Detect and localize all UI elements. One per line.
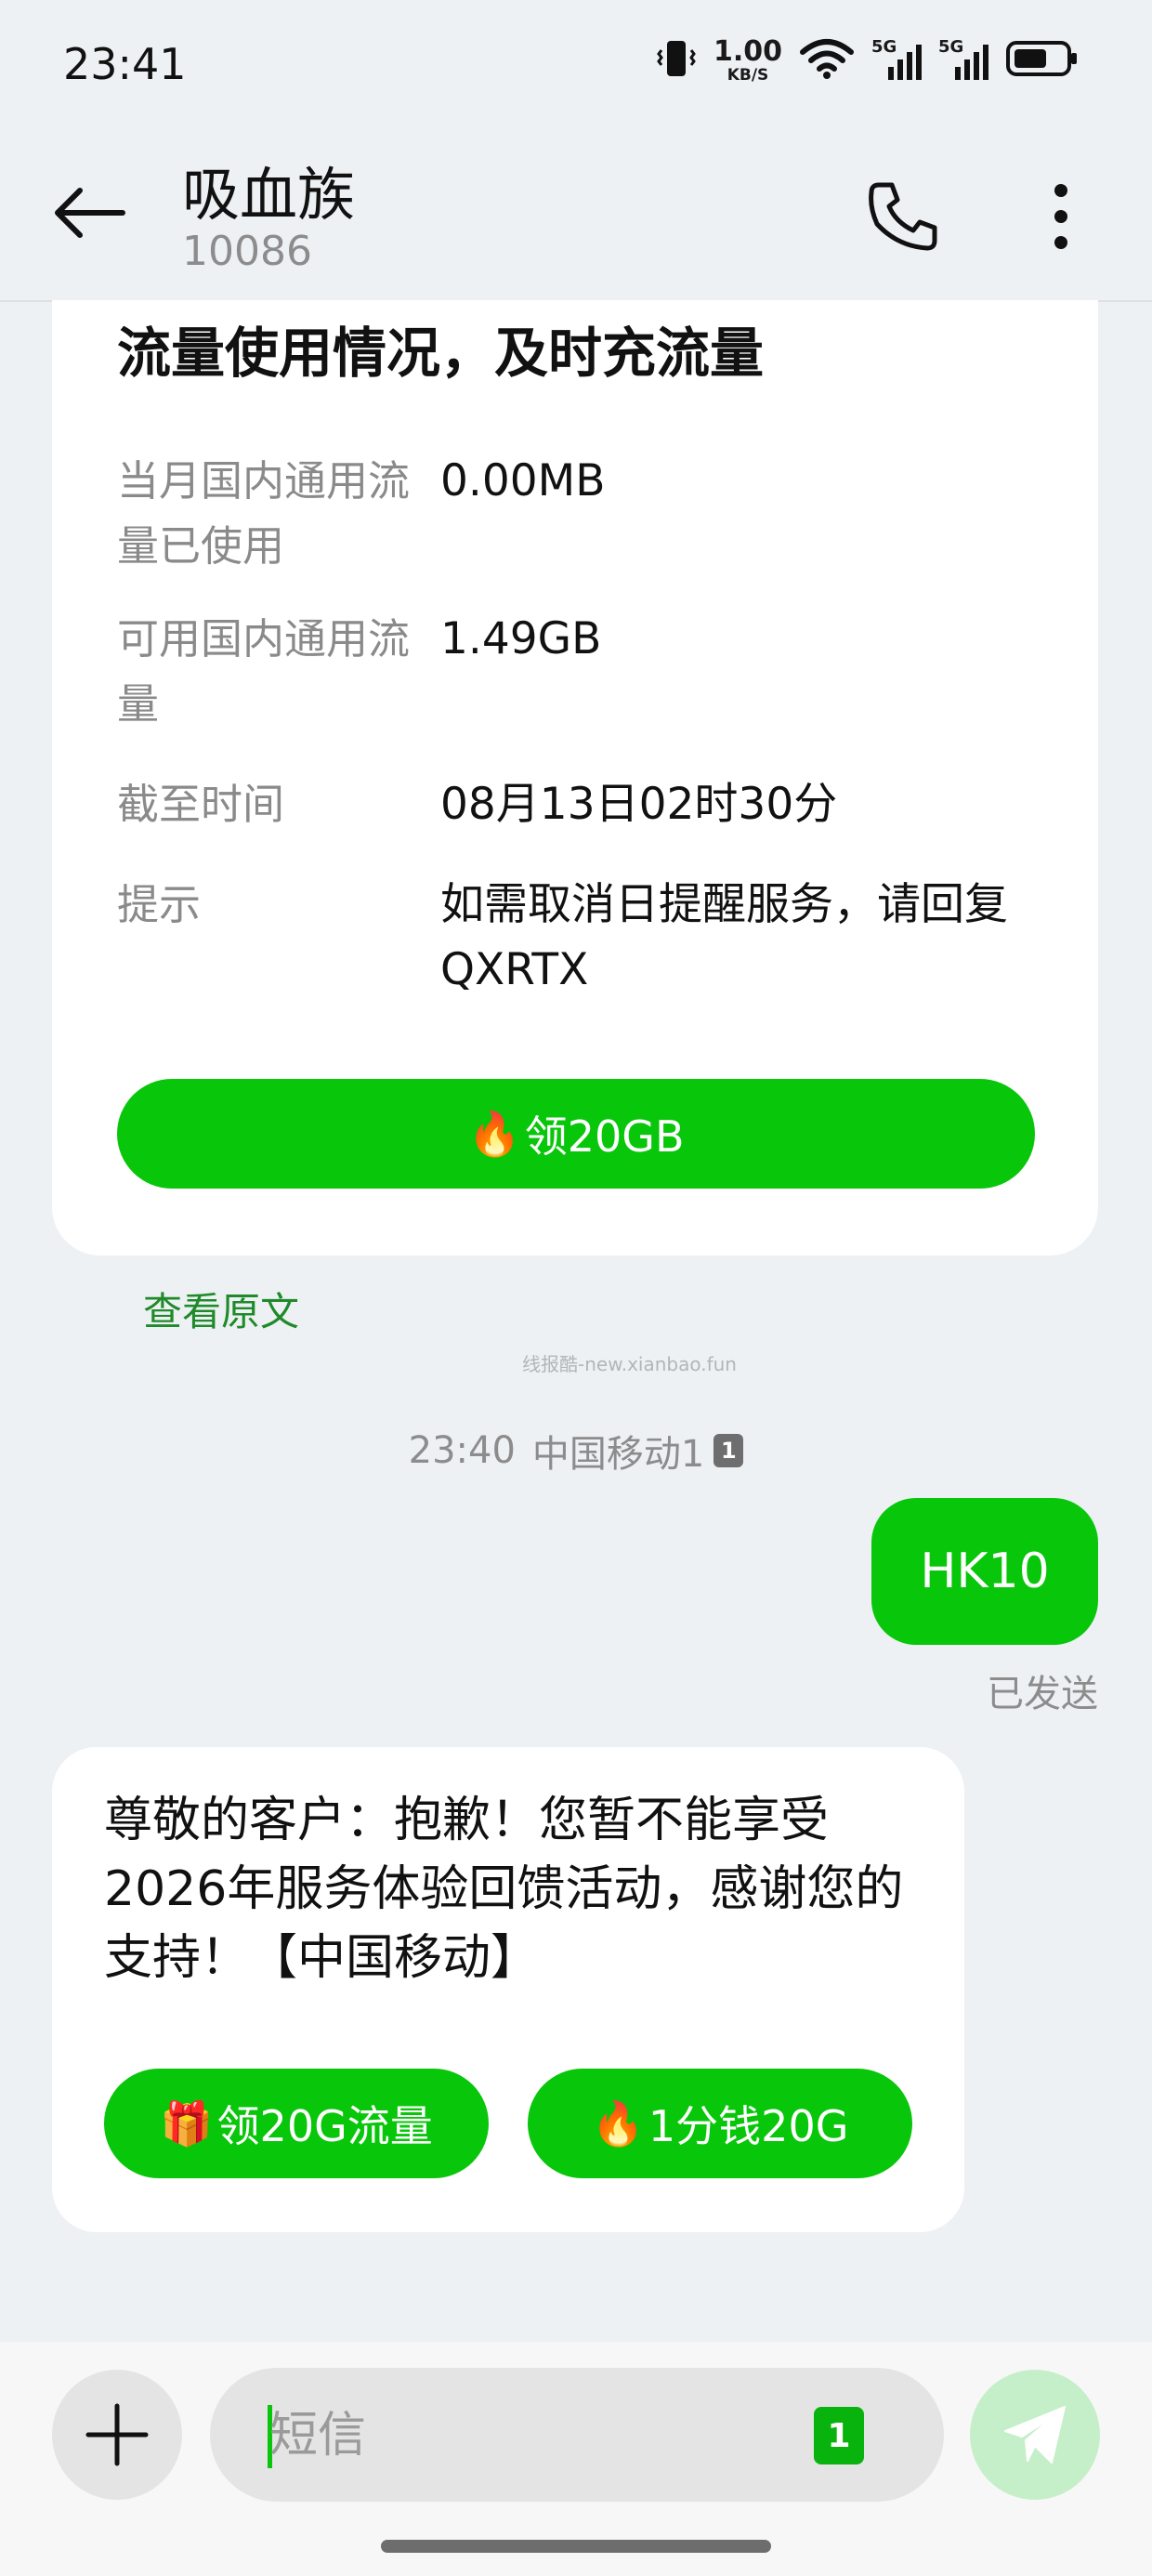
timestamp-time: 23:40 [408,1429,516,1472]
info-row-available: 可用国内通用流量 1.49GB [117,607,1046,737]
info-value: 0.00MB [440,455,606,506]
send-button[interactable] [970,2370,1100,2500]
message-timestamp: 23:40 中国移动1 1 [0,1424,1152,1478]
home-indicator[interactable] [381,2540,771,2553]
info-row-used: 当月国内通用流量已使用 0.00MB [117,449,1046,579]
fire-icon: 🔥 [467,1108,521,1159]
back-button[interactable] [50,174,128,252]
call-button[interactable] [858,172,948,261]
signal-icon: 5G [871,37,922,82]
conversation-header: 吸血族 10086 [0,135,1152,302]
claim-20g-traffic-button[interactable]: 🎁 领20G流量 [104,2069,489,2178]
phone-icon [869,182,937,251]
message-input-wrapper[interactable]: 1 [210,2368,944,2502]
button-label: 领20GB [524,1111,685,1162]
button-label: 领20G流量 [216,2101,433,2151]
speed-value: 1.00 [713,34,782,68]
info-label: 当月国内通用流量已使用 [117,456,411,571]
view-original-link[interactable]: 查看原文 [143,1281,299,1337]
button-label: 1分钱20G [648,2101,849,2151]
send-icon [1004,2406,1066,2464]
info-value: 08月13日02时30分 [440,779,838,830]
sim-badge: 1 [713,1434,744,1467]
sent-status: 已发送 [987,1673,1098,1715]
info-label: 提示 [117,880,202,929]
message-text: 尊敬的客户：抱歉！您暂不能享受2026年服务体验回馈活动，感谢您的支持！【中国移… [104,1793,904,1986]
more-vert-icon [1054,184,1067,249]
speed-unit: KB/S [727,65,769,85]
vibrate-icon [656,37,697,84]
status-bar: 23:41 1.00 KB/S 5G 5G [0,0,1152,135]
one-cent-20g-button[interactable]: 🔥 1分钱20G [528,2069,912,2178]
info-value: 如需取消日提醒服务，请回复QXRTX [440,879,1008,995]
sent-message-bubble[interactable]: HK10 [871,1498,1098,1645]
add-attachment-button[interactable] [52,2370,182,2500]
watermark: 线报酷-new.xianbao.fun [522,1353,737,1375]
contact-number: 10086 [182,228,312,275]
sim-select-button[interactable]: 1 [814,2407,864,2464]
more-options-button[interactable] [1033,172,1089,261]
info-value: 1.49GB [440,613,602,664]
card-title: 流量使用情况，及时充流量 [117,322,765,385]
status-icons: 1.00 KB/S 5G 5G [656,37,1080,84]
wifi-icon [799,37,855,84]
info-label: 可用国内通用流量 [117,614,411,729]
signal-icon-2: 5G [938,37,988,82]
received-rich-message-card: 流量使用情况，及时充流量 当月国内通用流量已使用 0.00MB 可用国内通用流量… [52,300,1098,1255]
fire-icon: 🔥 [591,2097,645,2149]
received-message-card: 尊敬的客户：抱歉！您暂不能享受2026年服务体验回馈活动，感谢您的支持！【中国移… [52,1747,964,2232]
info-row-deadline: 截至时间 08月13日02时30分 [117,772,1046,837]
back-arrow-icon [55,188,125,238]
contact-name: 吸血族 [182,161,356,229]
message-input[interactable] [268,2390,792,2481]
claim-20gb-button[interactable]: 🔥 领20GB [117,1079,1035,1189]
status-time: 23:41 [63,39,187,89]
timestamp-carrier: 中国移动1 [531,1433,705,1476]
battery-icon [1005,37,1080,84]
plus-icon [85,2403,149,2466]
info-row-tip: 提示 如需取消日提醒服务，请回复QXRTX [117,873,1046,1003]
info-label: 截至时间 [117,780,285,829]
gift-icon: 🎁 [160,2097,214,2149]
network-speed: 1.00 KB/S [713,34,782,85]
